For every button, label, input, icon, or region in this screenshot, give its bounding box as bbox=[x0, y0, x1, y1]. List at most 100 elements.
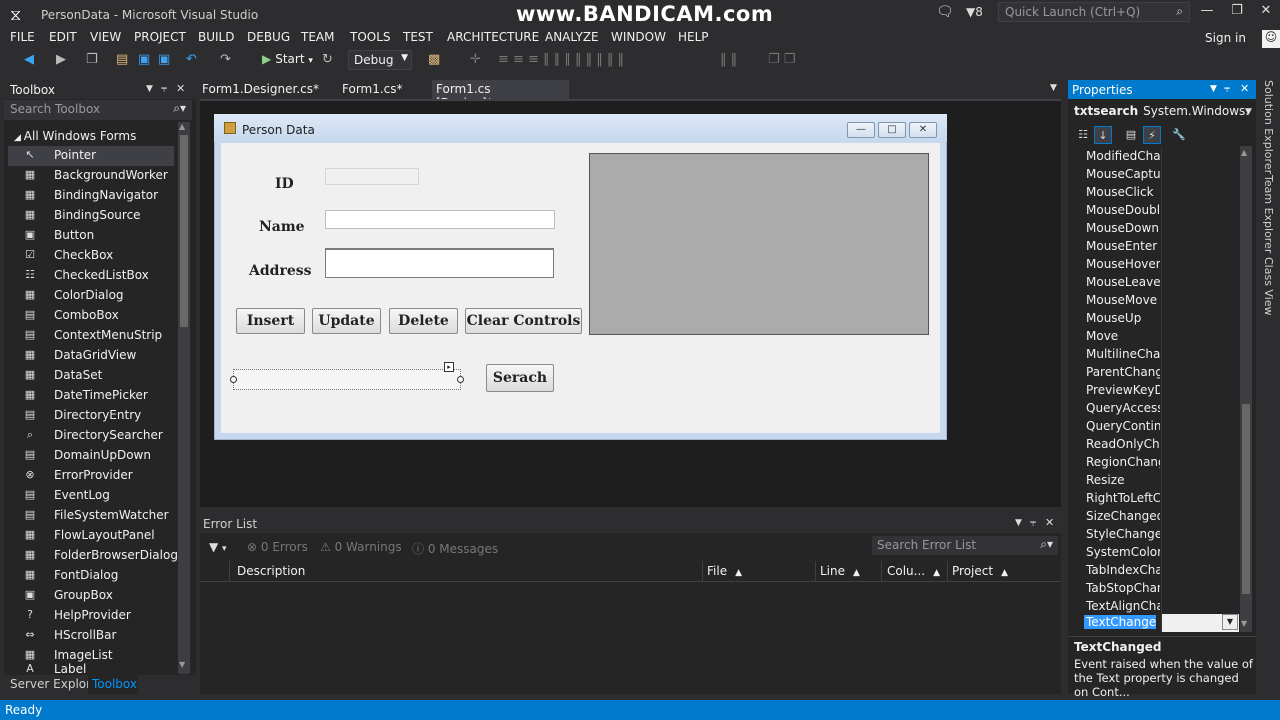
menu-file[interactable]: FILE bbox=[10, 30, 35, 44]
event-handler-value[interactable] bbox=[1161, 184, 1239, 202]
close-button[interactable]: ✕ bbox=[1252, 3, 1280, 23]
event-row[interactable]: MouseLeave bbox=[1081, 274, 1239, 292]
event-row[interactable]: TabStopChang bbox=[1081, 580, 1239, 598]
smart-tag-icon[interactable]: ▸ bbox=[444, 362, 454, 372]
insert-button[interactable]: Insert bbox=[236, 308, 305, 334]
sign-in-link[interactable]: Sign in bbox=[1205, 31, 1246, 45]
menu-analyze[interactable]: ANALYZE bbox=[545, 30, 599, 44]
order-icon[interactable]: ❐ ❐ bbox=[768, 52, 795, 67]
toolbox-scroll-thumb[interactable] bbox=[180, 135, 188, 327]
column-project[interactable]: Project ▲ bbox=[952, 564, 1008, 578]
scroll-down-icon[interactable]: ▼ bbox=[1241, 619, 1247, 628]
menu-window[interactable]: WINDOW bbox=[611, 30, 666, 44]
toolbox-group-all-windows-forms[interactable]: ◢ All Windows Forms bbox=[14, 129, 136, 143]
event-row[interactable]: Move bbox=[1081, 328, 1239, 346]
event-handler-value[interactable] bbox=[1161, 382, 1239, 400]
properties-object-selector[interactable]: txtsearch System.Windows.Form bbox=[1074, 104, 1250, 118]
event-row[interactable]: PreviewKeyDo bbox=[1081, 382, 1239, 400]
event-row[interactable]: QueryAccessib bbox=[1081, 400, 1239, 418]
menu-debug[interactable]: DEBUG bbox=[247, 30, 290, 44]
search-textbox-selected[interactable] bbox=[233, 369, 461, 390]
event-handler-value[interactable] bbox=[1161, 256, 1239, 274]
pin-icon[interactable]: ⫧ bbox=[161, 82, 167, 96]
tab-solution-explorer[interactable]: Solution Explorer bbox=[1262, 80, 1275, 174]
toolbox-item-label-control[interactable]: A Label bbox=[8, 660, 174, 674]
toolbox-item-datetimepicker[interactable]: ▦ DateTimePicker bbox=[8, 386, 174, 406]
toolbox-item-datagridview[interactable]: ▦ DataGridView bbox=[8, 346, 174, 366]
toolbox-item-colordialog[interactable]: ▦ ColorDialog bbox=[8, 286, 174, 306]
chevron-down-icon[interactable]: ▼ bbox=[1015, 518, 1022, 528]
event-row[interactable]: SizeChanged bbox=[1081, 508, 1239, 526]
toolbox-item-directoryentry[interactable]: ▤ DirectoryEntry bbox=[8, 406, 174, 426]
event-handler-value[interactable] bbox=[1161, 148, 1239, 166]
filter-icon[interactable]: ▼ ▾ bbox=[209, 540, 227, 554]
column-file[interactable]: File ▲ bbox=[707, 564, 742, 578]
scroll-up-icon[interactable]: ▲ bbox=[1241, 148, 1247, 157]
menu-team[interactable]: TEAM bbox=[301, 30, 334, 44]
event-row[interactable]: StyleChanged bbox=[1081, 526, 1239, 544]
toolbox-item-bindingnavigator[interactable]: ▦ BindingNavigator bbox=[8, 186, 174, 206]
error-list-search-input[interactable]: Search Error List ⌕▾ bbox=[872, 536, 1058, 555]
pin-icon[interactable]: ⫧ bbox=[1030, 516, 1036, 530]
toolbox-item-dataset[interactable]: ▦ DataSet bbox=[8, 366, 174, 386]
event-row[interactable]: MouseDoubl bbox=[1081, 202, 1239, 220]
event-handler-value[interactable] bbox=[1161, 166, 1239, 184]
event-handler-value[interactable] bbox=[1161, 274, 1239, 292]
new-project-icon[interactable]: ❐ bbox=[86, 52, 98, 67]
event-handler-value[interactable] bbox=[1161, 436, 1239, 454]
menu-tools[interactable]: TOOLS bbox=[350, 30, 391, 44]
quick-launch-input[interactable]: Quick Launch (Ctrl+Q) ⌕ bbox=[998, 2, 1190, 22]
resize-handle-left[interactable] bbox=[230, 376, 237, 383]
toolbox-item-groupbox[interactable]: ▣ GroupBox bbox=[8, 586, 174, 606]
toolbox-item-fontdialog[interactable]: ▦ FontDialog bbox=[8, 566, 174, 586]
delete-button[interactable]: Delete bbox=[389, 308, 458, 334]
event-handler-value[interactable] bbox=[1161, 346, 1239, 364]
chevron-down-icon[interactable]: ▼ bbox=[1245, 107, 1252, 117]
notification-icon[interactable]: 🗨 bbox=[936, 4, 954, 20]
events-lightning-icon[interactable]: ⚡ bbox=[1143, 126, 1161, 144]
clear-controls-button[interactable]: Clear Controls bbox=[465, 308, 582, 334]
menu-edit[interactable]: EDIT bbox=[49, 30, 77, 44]
event-handler-value[interactable] bbox=[1161, 310, 1239, 328]
account-icon[interactable]: ☺ bbox=[1262, 30, 1280, 48]
scroll-up-icon[interactable]: ▲ bbox=[179, 122, 185, 131]
menu-test[interactable]: TEST bbox=[403, 30, 433, 44]
column-column[interactable]: Colu... ▲ bbox=[887, 564, 940, 578]
column-description[interactable]: Description bbox=[237, 564, 305, 578]
event-handler-value[interactable] bbox=[1161, 364, 1239, 382]
chevron-down-icon[interactable]: ▼ bbox=[146, 84, 153, 94]
solution-configuration-select[interactable]: Debug ▼ bbox=[348, 50, 412, 70]
event-handler-value[interactable] bbox=[1161, 220, 1239, 238]
data-grid-view[interactable] bbox=[589, 153, 929, 335]
toolbox-item-folderbrowserdialog[interactable]: ▦ FolderBrowserDialog bbox=[8, 546, 178, 566]
close-icon[interactable]: ✕ bbox=[1240, 82, 1249, 95]
toolbox-item-combobox[interactable]: ▤ ComboBox bbox=[8, 306, 174, 326]
align-icon[interactable]: ✛ bbox=[470, 52, 481, 67]
resize-handle-right[interactable] bbox=[457, 376, 464, 383]
spacing-icon[interactable]: ‖ ‖ bbox=[720, 52, 737, 67]
start-debug-button[interactable]: ▶ Start ▾ bbox=[262, 52, 313, 66]
errors-filter-button[interactable]: ⊗ 0 Errors bbox=[247, 540, 308, 554]
event-row[interactable]: Resize bbox=[1081, 472, 1239, 490]
event-row[interactable]: MouseClick bbox=[1081, 184, 1239, 202]
toolbox-item-pointer[interactable]: ↖ Pointer bbox=[8, 146, 174, 166]
event-row[interactable]: SystemColors bbox=[1081, 544, 1239, 562]
event-handler-value[interactable] bbox=[1161, 580, 1239, 598]
toolbox-item-button[interactable]: ▣ Button bbox=[8, 226, 174, 246]
event-row[interactable]: MouseEnter bbox=[1081, 238, 1239, 256]
properties-icon[interactable]: ▤ bbox=[1122, 126, 1140, 144]
menu-build[interactable]: BUILD bbox=[198, 30, 234, 44]
properties-scroll-thumb[interactable] bbox=[1242, 404, 1250, 594]
pin-icon[interactable]: ⫧ bbox=[1224, 82, 1230, 96]
event-handler-value[interactable] bbox=[1161, 328, 1239, 346]
event-row[interactable]: QueryContinu bbox=[1081, 418, 1239, 436]
messages-filter-button[interactable]: ⓘ 0 Messages bbox=[412, 540, 498, 557]
event-handler-value[interactable] bbox=[1161, 418, 1239, 436]
tab-form1-design[interactable]: Form1.cs [Design]*⫧✕ bbox=[432, 80, 569, 110]
toolbox-item-contextmenustrip[interactable]: ▤ ContextMenuStrip bbox=[8, 326, 174, 346]
event-handler-value[interactable] bbox=[1161, 472, 1239, 490]
toolbox-item-flowlayoutpanel[interactable]: ▦ FlowLayoutPanel bbox=[8, 526, 174, 546]
event-handler-value[interactable] bbox=[1161, 238, 1239, 256]
minimize-button[interactable]: — bbox=[1193, 3, 1221, 23]
toolbox-item-errorprovider[interactable]: ⊗ ErrorProvider bbox=[8, 466, 174, 486]
